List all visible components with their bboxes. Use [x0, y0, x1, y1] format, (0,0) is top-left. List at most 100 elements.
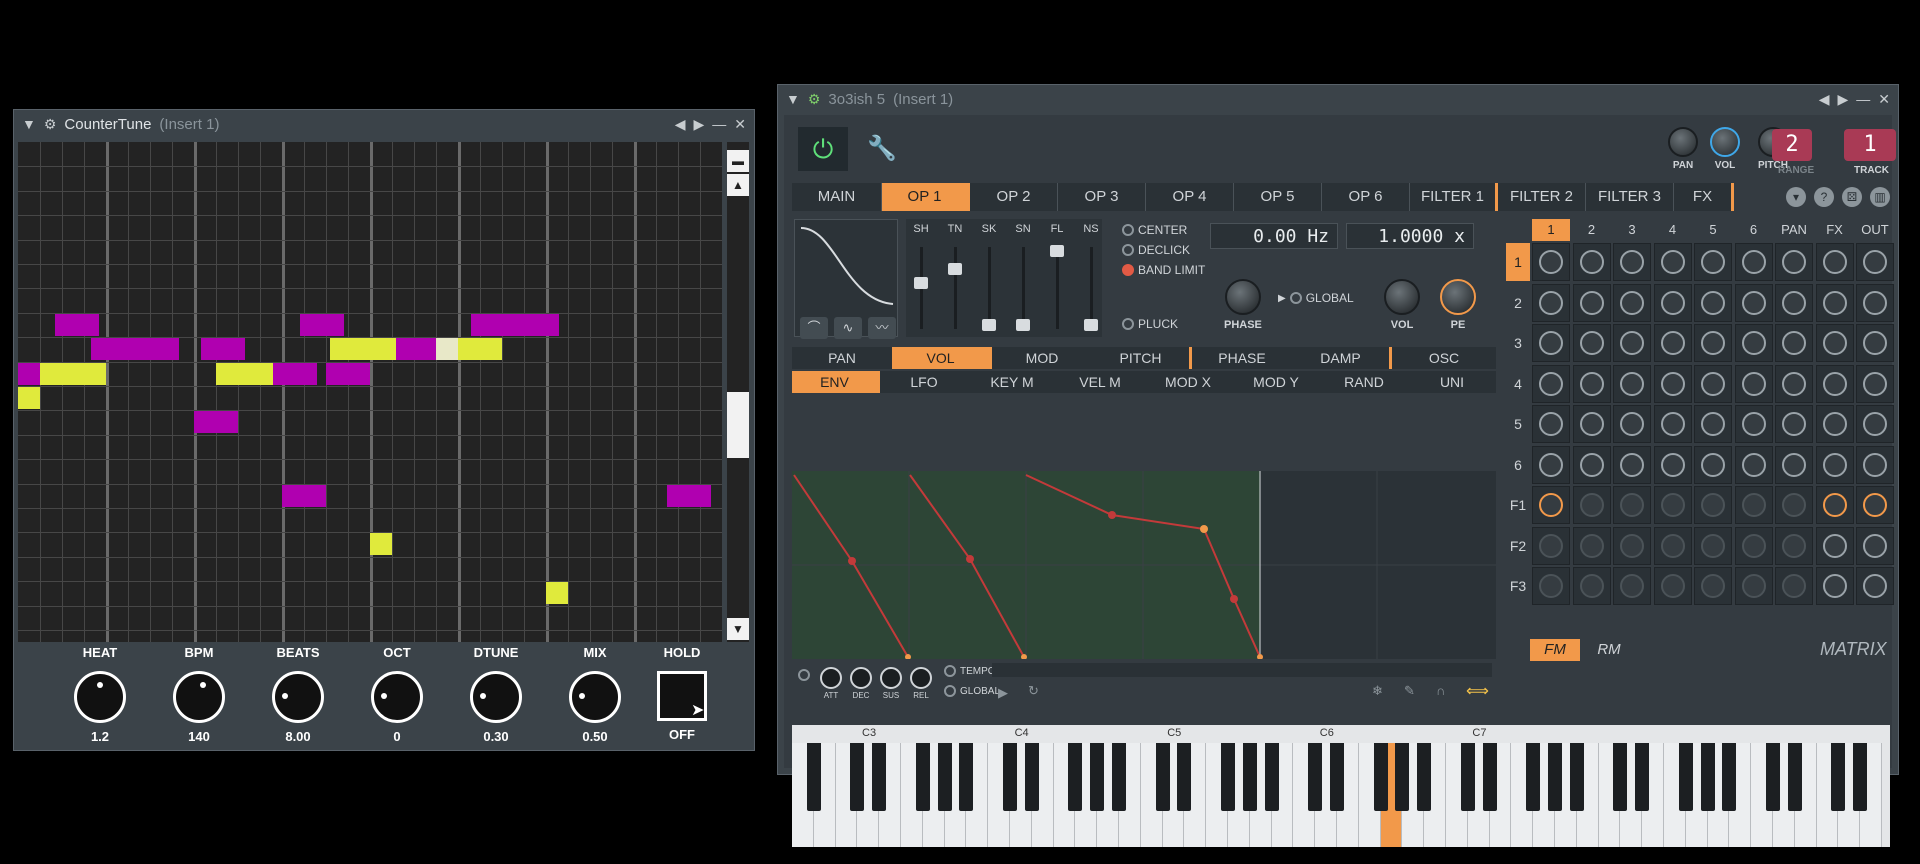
black-key[interactable]	[806, 743, 821, 811]
black-key[interactable]	[1417, 743, 1432, 811]
matrix-knob[interactable]	[1572, 486, 1611, 524]
wave-shape-3-icon[interactable]: 〰	[868, 317, 896, 339]
sus-knob-dial[interactable]	[880, 667, 902, 689]
mod-tab-damp[interactable]: DAMP	[1292, 347, 1392, 369]
note-block[interactable]	[18, 362, 40, 385]
matrix-knob[interactable]	[1532, 243, 1570, 281]
note-block[interactable]	[18, 387, 40, 409]
mod-tab-pan[interactable]: PAN	[792, 347, 892, 369]
mod-tab-osc[interactable]: OSC	[1392, 347, 1496, 369]
tab-filter-2[interactable]: FILTER 2	[1498, 183, 1586, 211]
fader-track-sk[interactable]	[988, 247, 991, 329]
matrix-knob[interactable]	[1734, 405, 1773, 443]
note-block[interactable]	[458, 338, 502, 361]
env-global-option[interactable]: GLOBAL	[944, 685, 1000, 697]
matrix-knob[interactable]	[1775, 243, 1813, 281]
close-icon[interactable]: ✕	[1878, 91, 1890, 108]
scroll-thumb[interactable]	[727, 392, 749, 458]
black-key[interactable]	[1831, 743, 1846, 811]
sus-knob[interactable]: SUS	[878, 667, 904, 700]
black-key[interactable]	[1853, 743, 1868, 811]
note-grid[interactable]	[18, 142, 722, 642]
matrix-knob[interactable]	[1856, 567, 1894, 605]
op-vol-knob[interactable]: VOL	[1384, 279, 1420, 331]
beats-knob-dial[interactable]	[272, 671, 324, 723]
matrix-knob[interactable]	[1856, 445, 1894, 484]
dropdown-arrow-icon[interactable]: ▼	[786, 91, 800, 107]
frequency-display[interactable]: 0.00 Hz	[1210, 223, 1338, 249]
black-key[interactable]	[1569, 743, 1584, 811]
env-tab-mod-x[interactable]: MOD X	[1144, 371, 1232, 393]
help-icon[interactable]: ?	[1814, 187, 1834, 207]
matrix-knob[interactable]	[1734, 243, 1773, 281]
matrix-knob[interactable]	[1856, 526, 1894, 565]
note-block[interactable]	[273, 362, 318, 385]
fader-handle-sn[interactable]	[1016, 319, 1030, 331]
note-block[interactable]	[299, 313, 344, 336]
menu-icon[interactable]: ▾	[1786, 187, 1806, 207]
play-icon[interactable]: ▶	[998, 685, 1008, 701]
matrix-knob[interactable]	[1653, 486, 1692, 524]
black-key[interactable]	[915, 743, 930, 811]
next-arrow-icon[interactable]: ▶	[693, 116, 704, 133]
band-limit-option[interactable]: BAND LIMIT	[1122, 263, 1205, 277]
matrix-knob[interactable]	[1613, 324, 1651, 362]
env-toggle[interactable]	[798, 669, 810, 681]
mod-tab-phase[interactable]: PHASE	[1192, 347, 1292, 369]
black-key[interactable]	[1155, 743, 1170, 811]
knob-bpm[interactable]: BPM 140	[159, 645, 239, 744]
matrix-knob[interactable]	[1653, 364, 1692, 403]
matrix-knob[interactable]	[1775, 567, 1813, 605]
matrix-knob[interactable]	[1734, 567, 1773, 605]
matrix-knob[interactable]	[1613, 405, 1651, 443]
matrix-knob[interactable]	[1532, 283, 1570, 322]
ratio-display[interactable]: 1.0000 x	[1346, 223, 1474, 249]
matrix-knob[interactable]	[1775, 283, 1813, 322]
black-key[interactable]	[1242, 743, 1257, 811]
dec-knob[interactable]: DEC	[848, 667, 874, 700]
black-key[interactable]	[1548, 743, 1562, 811]
tab-op-3[interactable]: OP 3	[1058, 183, 1146, 211]
matrix-knob[interactable]	[1532, 486, 1570, 524]
note-block[interactable]	[326, 362, 370, 385]
tab-op-5[interactable]: OP 5	[1234, 183, 1322, 211]
matrix-knob[interactable]	[1856, 324, 1894, 362]
tempo-option[interactable]: TEMPO	[944, 665, 996, 677]
matrix-knob[interactable]	[1613, 445, 1651, 484]
black-key[interactable]	[1264, 743, 1279, 811]
matrix-knob[interactable]	[1572, 283, 1611, 322]
matrix-knob[interactable]	[1815, 526, 1854, 565]
black-key[interactable]	[1613, 743, 1628, 811]
matrix-knob[interactable]	[1815, 243, 1854, 281]
matrix-knob[interactable]	[1856, 405, 1894, 443]
dtune-knob-dial[interactable]	[470, 671, 522, 723]
tab-filter-1[interactable]: FILTER 1	[1410, 183, 1498, 211]
fader-handle-tn[interactable]	[948, 263, 962, 275]
black-key[interactable]	[1112, 743, 1126, 811]
tab-op-1[interactable]: OP 1	[882, 183, 970, 211]
matrix-knob[interactable]	[1694, 445, 1732, 484]
global-option[interactable]: ▶ GLOBAL	[1278, 291, 1354, 305]
black-key[interactable]	[1678, 743, 1693, 811]
matrix-knob[interactable]	[1653, 526, 1692, 565]
note-block[interactable]	[55, 313, 100, 336]
matrix-knob[interactable]	[1775, 486, 1813, 524]
black-key[interactable]	[1635, 743, 1650, 811]
declick-option[interactable]: DECLICK	[1122, 243, 1190, 257]
track-display[interactable]: 1	[1844, 129, 1896, 161]
matrix-knob[interactable]	[1572, 364, 1611, 403]
matrix-knob[interactable]	[1856, 283, 1894, 322]
plug-icon[interactable]: ⏻	[798, 127, 848, 171]
black-key[interactable]	[1090, 743, 1105, 811]
matrix-knob[interactable]	[1775, 405, 1813, 443]
env-tab-key-m[interactable]: KEY M	[968, 371, 1056, 393]
matrix-knob[interactable]	[1734, 324, 1773, 362]
gear-icon[interactable]: ⚙	[44, 116, 57, 133]
env-scrollbar[interactable]	[992, 663, 1492, 677]
matrix-knob[interactable]	[1694, 243, 1732, 281]
note-block[interactable]	[330, 338, 397, 361]
matrix-knob[interactable]	[1613, 526, 1651, 565]
matrix-knob[interactable]	[1694, 364, 1732, 403]
synth-titlebar[interactable]: ▼ ⚙ 3o3ish 5 (Insert 1) ◀ ▶ — ✕	[778, 85, 1898, 113]
rel-knob[interactable]: REL	[908, 667, 934, 700]
